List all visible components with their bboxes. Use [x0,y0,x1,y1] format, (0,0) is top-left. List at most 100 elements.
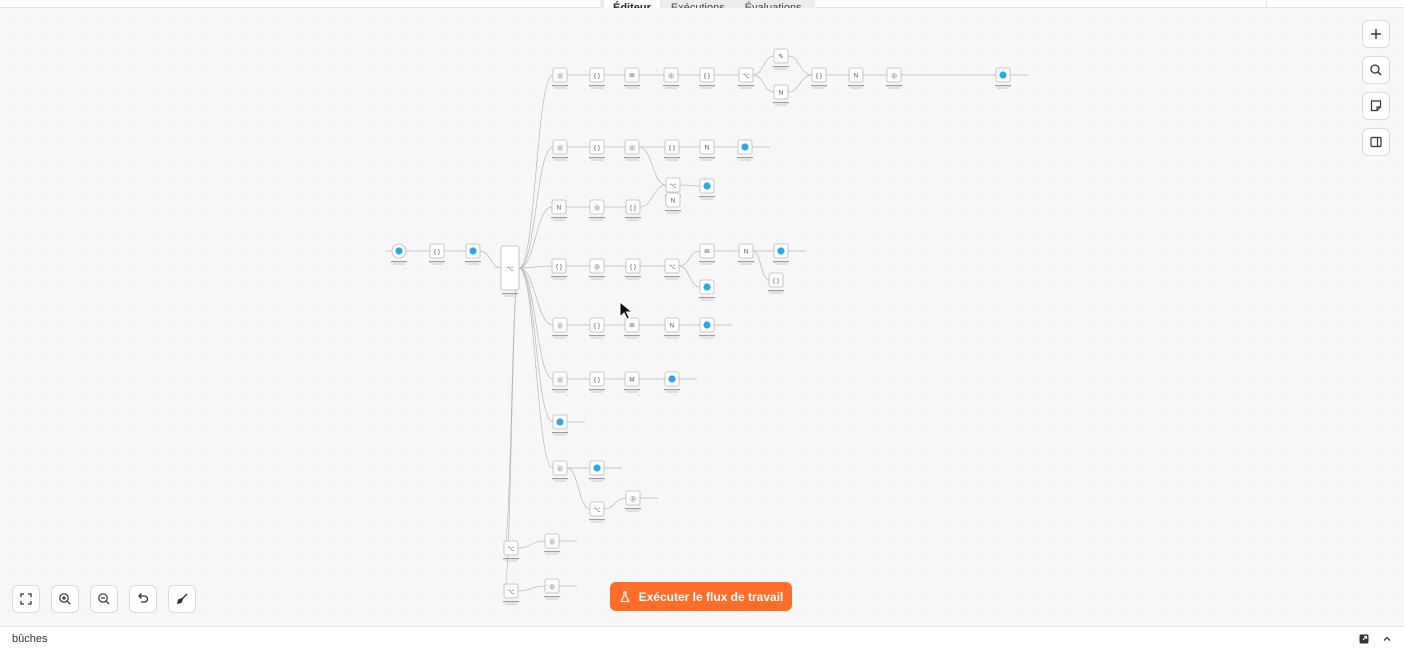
workflow-node[interactable]: ⌥ [738,67,754,89]
canvas-side-toolbar [1362,20,1390,156]
workflow-node[interactable]: { } [625,199,641,221]
node-caption [699,196,715,198]
workflow-node[interactable] [589,460,605,482]
node-subcaption [701,198,713,200]
workflow-node[interactable]: ◎ [589,199,605,221]
workflow-node[interactable]: { } [811,67,827,89]
workflow-node[interactable]: { } [589,317,605,339]
node-caption [552,432,568,434]
workflow-node[interactable]: ⌥ [500,245,520,297]
connection [752,55,775,76]
workflow-node[interactable]: N [738,243,754,265]
workflow-node[interactable]: { } [699,67,715,89]
workflow-node[interactable]: ✉ [624,67,640,89]
workflow-node[interactable]: { } [625,258,641,280]
workflow-node[interactable]: ◎ [552,317,568,339]
execute-workflow-button[interactable]: Exécuter le flux de travail [610,582,792,611]
node-subcaption [553,219,565,221]
workflow-node[interactable]: { } [589,139,605,161]
tidy-up-button[interactable] [168,585,196,613]
workflow-node[interactable]: { } [551,258,567,280]
node-caption [503,601,519,603]
workflow-node[interactable]: ◎ [552,371,568,393]
node-type-icon: N [557,204,562,211]
connection [639,184,667,208]
node-subcaption [554,159,566,161]
workflow-node[interactable]: ◎ [552,67,568,89]
workflow-node[interactable]: M [624,371,640,393]
workflow-node[interactable]: N [848,67,864,89]
node-caption [502,293,518,295]
workflow-node[interactable] [699,279,715,301]
workflow-node[interactable]: ◎ [589,258,605,280]
workflow-node[interactable]: N [665,192,681,214]
workflow-node[interactable]: { } [429,243,445,265]
workflow-node[interactable] [995,67,1011,89]
undo-button[interactable] [129,585,157,613]
workflow-node[interactable]: ✉ [699,243,715,265]
node-subcaption [591,278,603,280]
sticky-note-button[interactable] [1362,92,1390,120]
zoom-in-button[interactable] [51,585,79,613]
telegram-icon [668,375,676,383]
node-caption [465,261,481,263]
workflow-node[interactable]: ◎ [624,139,640,161]
workflow-node[interactable]: N [551,199,567,221]
workflow-node[interactable]: N [664,317,680,339]
search-button[interactable] [1362,56,1390,84]
workflow-node[interactable]: ◎ [625,490,641,512]
node-subcaption [627,278,639,280]
pop-out-icon[interactable] [1358,633,1370,645]
node-subcaption [554,480,566,482]
workflow-node[interactable] [664,371,680,393]
workflow-node[interactable] [552,414,568,436]
workflow-node[interactable]: ◎ [552,460,568,482]
workflow-node[interactable]: N [773,84,789,106]
node-subcaption [591,337,603,339]
node-caption [699,335,715,337]
workflow-node[interactable]: N [699,139,715,161]
node-type-icon: { } [704,72,711,79]
workflow-node[interactable] [391,243,407,265]
workflow-node[interactable] [699,178,715,200]
workflow-node[interactable]: ◎ [552,139,568,161]
toggle-panel-button[interactable] [1362,128,1390,156]
zoom-to-fit-button[interactable] [12,585,40,613]
node-caption [589,157,605,159]
workflow-node[interactable]: { } [664,139,680,161]
node-type-icon: { } [594,144,601,151]
workflow-node[interactable]: ⌥ [589,501,605,523]
workflow-canvas[interactable]: { } ⌥ ◎ { } ✉ ◎ { } ⌥ ✎ N { } N ◎ ◎ { } ◎ { } N ⌥ N N ◎ { } { }… [0,8,1404,625]
add-node-button[interactable] [1362,20,1390,48]
mouse-cursor [619,300,634,326]
workflow-node[interactable]: ⌥ [664,258,680,280]
connection [518,206,553,269]
workflow-node[interactable] [465,243,481,265]
workflow-node[interactable]: { } [589,67,605,89]
node-subcaption [888,87,900,89]
chevron-up-icon[interactable] [1382,634,1392,644]
logs-toggle[interactable]: bûches [12,633,47,645]
workflow-node[interactable]: ✎ [773,48,789,70]
workflow-node[interactable]: ⌥ [503,583,519,605]
workflow-node[interactable]: ⌥ [503,540,519,562]
node-subcaption [666,159,678,161]
workflow-node[interactable] [737,139,753,161]
connection [518,267,554,423]
node-caption [768,290,784,292]
workflow-node[interactable]: { } [589,371,605,393]
workflow-node[interactable]: ◎ [544,533,560,555]
workflow-node[interactable]: ◎ [886,67,902,89]
node-subcaption [505,560,517,562]
undo-icon [138,593,149,603]
workflow-node[interactable]: ◎ [663,67,679,89]
connection [679,184,701,187]
workflow-node[interactable] [699,317,715,339]
workflow-node[interactable]: { } [768,272,784,294]
node-caption [624,389,640,391]
workflow-node[interactable]: ◎ [544,578,560,600]
node-subcaption [701,87,713,89]
workflow-node[interactable] [773,243,789,265]
connection [518,267,554,326]
zoom-out-button[interactable] [90,585,118,613]
